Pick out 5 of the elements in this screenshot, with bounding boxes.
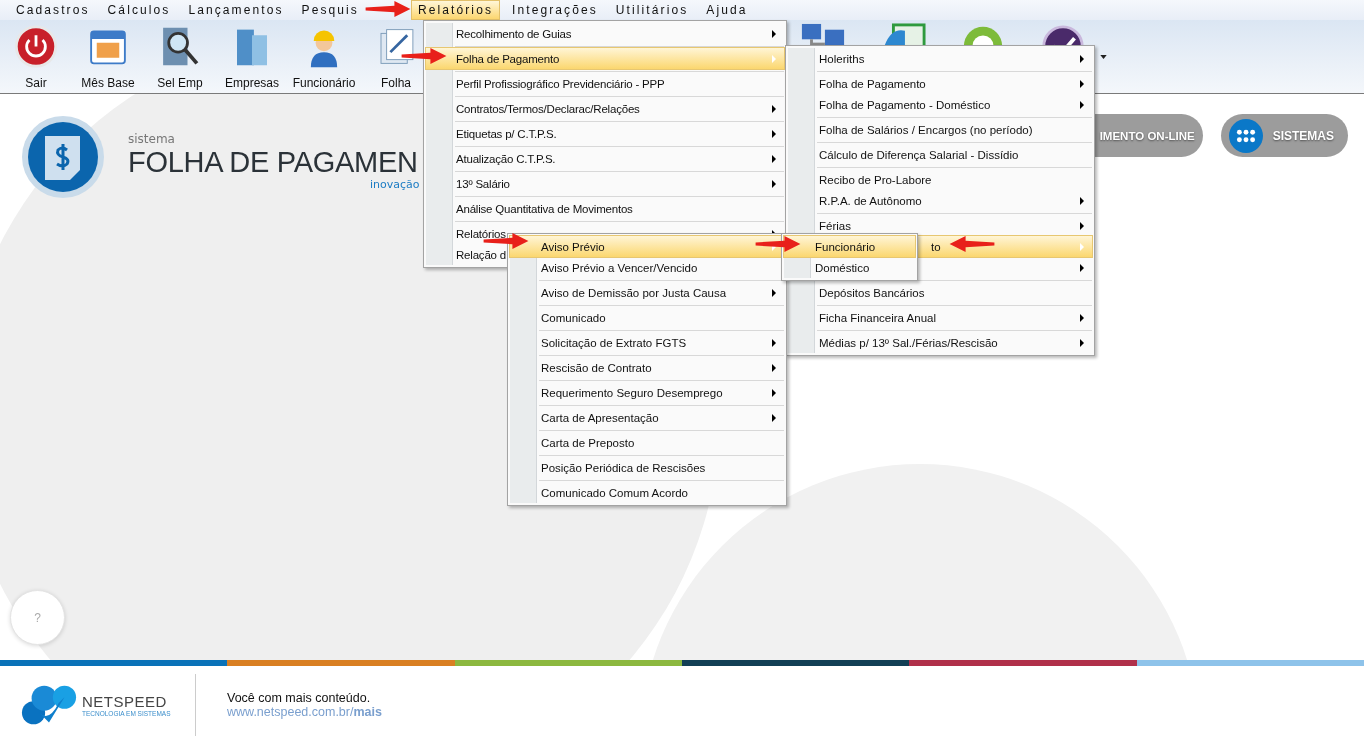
system-tagline: inovação bbox=[370, 177, 420, 191]
system-title: FOLHA DE PAGAMEN bbox=[128, 145, 419, 178]
system-caption: sistema bbox=[128, 131, 176, 146]
brand-name: NETSPEED bbox=[82, 692, 168, 710]
footer-message: Você com mais conteúdo. bbox=[227, 690, 372, 705]
